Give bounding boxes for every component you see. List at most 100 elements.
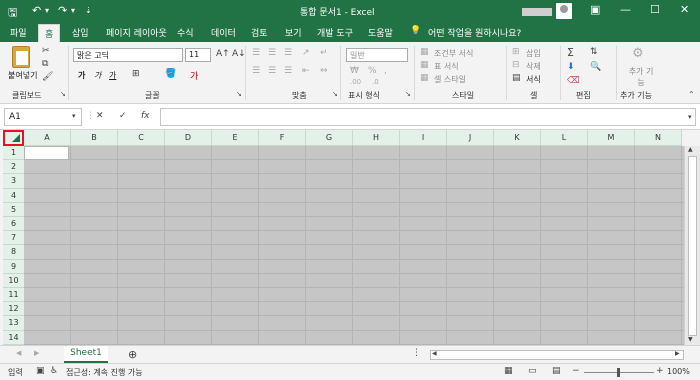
align-bottom-icon[interactable]: ☰ [284,48,292,58]
align-center-icon[interactable]: ☰ [268,66,276,76]
add-sheet-icon[interactable]: ⊕ [128,348,137,361]
active-cell-a1[interactable] [24,146,69,160]
font-color-icon[interactable]: 가 [190,69,198,82]
column-header-l[interactable]: L [541,130,588,146]
percent-icon[interactable]: % [368,66,377,76]
increase-decimal-icon[interactable]: .00 [350,78,361,86]
save-icon[interactable]: 🖫 [8,4,17,23]
column-header-g[interactable]: G [306,130,353,146]
cut-icon[interactable]: ✂ [42,46,50,56]
row-header-8[interactable]: 8 [3,245,24,260]
row-header-4[interactable]: 4 [3,188,24,203]
tab-split-icon[interactable]: ⋮ [412,348,421,358]
comma-icon[interactable]: , [384,66,387,76]
row-header-13[interactable]: 13 [3,316,24,331]
row-header-6[interactable]: 6 [3,217,24,232]
clear-icon[interactable]: ⌫ [567,76,580,86]
shrink-font-icon[interactable]: A↓ [232,49,246,59]
normal-view-icon[interactable]: ▦ [504,366,513,376]
merge-icon[interactable]: ⇔ [320,66,328,76]
customize-icon[interactable]: ⇣ [85,6,92,15]
column-header-e[interactable]: E [212,130,259,146]
next-sheet-icon[interactable]: ▶ [34,349,39,357]
format-cells-button[interactable]: 서식 [526,74,541,85]
bold-button[interactable]: 가 [78,70,85,81]
row-header-10[interactable]: 10 [3,273,24,288]
number-launcher-icon[interactable]: ↘ [405,90,411,98]
collapse-ribbon-icon[interactable]: ⌃ [688,90,695,99]
accounting-icon[interactable]: ₩ [350,66,359,76]
row-header-9[interactable]: 9 [3,259,24,274]
zoom-level[interactable]: 100% [667,367,690,376]
cancel-icon[interactable]: ✕ [96,111,104,121]
tab-insert[interactable]: 삽입 [72,26,89,39]
delete-cells-icon[interactable]: ⊟ [512,60,520,70]
font-launcher-icon[interactable]: ↘ [236,90,242,98]
orientation-icon[interactable]: ↗ [302,48,310,58]
sheet-tab-sheet1[interactable]: Sheet1 [64,346,108,363]
tab-file[interactable]: 파일 [10,26,27,39]
scroll-down-icon[interactable]: ▼ [688,336,693,343]
tab-data[interactable]: 데이터 [211,26,236,39]
align-left-icon[interactable]: ☰ [252,66,260,76]
conditional-format-button[interactable]: 조건부 서식 [434,48,473,59]
sort-filter-icon[interactable]: ⇅ [590,47,598,57]
tab-view[interactable]: 보기 [285,26,302,39]
maximize-icon[interactable]: ☐ [650,3,660,16]
row-header-3[interactable]: 3 [3,174,24,189]
undo-dropdown-icon[interactable]: ▾ [45,6,49,15]
column-header-n[interactable]: N [635,130,682,146]
copy-icon[interactable]: ⧉ [42,59,48,69]
expand-formula-icon[interactable]: ▾ [688,113,692,121]
autosum-icon[interactable]: Σ [567,46,574,59]
vertical-scroll-thumb[interactable] [688,156,697,336]
macro-record-icon[interactable]: ▣ [36,366,45,376]
undo-icon[interactable]: ↶ [32,4,41,17]
column-header-h[interactable]: H [353,130,400,146]
close-icon[interactable]: ✕ [680,3,689,16]
column-header-i[interactable]: I [400,130,447,146]
grow-font-icon[interactable]: A↑ [216,49,230,59]
cell-styles-button[interactable]: 셀 스타일 [434,74,466,85]
tab-developer[interactable]: 개발 도구 [317,26,353,39]
scroll-left-icon[interactable]: ◀ [432,350,437,357]
underline-button[interactable]: 가 [109,70,116,81]
borders-icon[interactable]: ⊞ [132,69,140,79]
row-header-12[interactable]: 12 [3,302,24,317]
format-cells-icon[interactable]: ▤ [512,73,521,83]
find-select-icon[interactable]: 🔍 [590,62,601,72]
row-header-14[interactable]: 14 [3,330,24,345]
insert-function-icon[interactable]: fx [141,111,150,121]
align-right-icon[interactable]: ☰ [284,66,292,76]
clipboard-launcher-icon[interactable]: ↘ [60,90,66,98]
align-top-icon[interactable]: ☰ [252,48,260,58]
tab-page-layout[interactable]: 페이지 레이아웃 [106,26,167,39]
accessibility-icon[interactable]: ♿ [50,366,58,376]
fill-color-icon[interactable]: 🪣 [165,69,176,79]
alignment-launcher-icon[interactable]: ↘ [332,90,338,98]
avatar[interactable] [556,3,572,19]
vertical-scrollbar[interactable]: ▲ ▼ [684,146,700,345]
page-break-view-icon[interactable]: ▤ [552,366,561,376]
redo-icon[interactable]: ↷ [58,4,67,17]
zoom-in-button[interactable]: + [656,366,664,376]
accessibility-status[interactable]: 접근성: 계속 진행 가능 [66,367,143,378]
insert-cells-icon[interactable]: ⊞ [512,47,520,57]
ribbon-options-icon[interactable]: ▣ [590,3,600,16]
row-header-11[interactable]: 11 [3,288,24,303]
scroll-up-icon[interactable]: ▲ [688,146,693,153]
fill-icon[interactable]: ⬇ [567,62,575,72]
row-header-2[interactable]: 2 [3,160,24,175]
tab-home[interactable]: 홈 [38,24,61,42]
zoom-slider-thumb[interactable] [617,368,620,377]
column-header-f[interactable]: F [259,130,306,146]
column-header-m[interactable]: M [588,130,635,146]
wrap-text-icon[interactable]: ↵ [320,48,328,58]
font-size-select[interactable]: 11 [185,48,211,62]
column-header-b[interactable]: B [71,130,118,146]
tell-me-search[interactable]: 어떤 작업을 원하시나요? [428,26,521,39]
column-header-k[interactable]: K [494,130,541,146]
format-painter-icon[interactable]: 🖌 [42,72,53,82]
column-header-a[interactable]: A [24,130,71,146]
minimize-icon[interactable]: — [620,3,631,16]
